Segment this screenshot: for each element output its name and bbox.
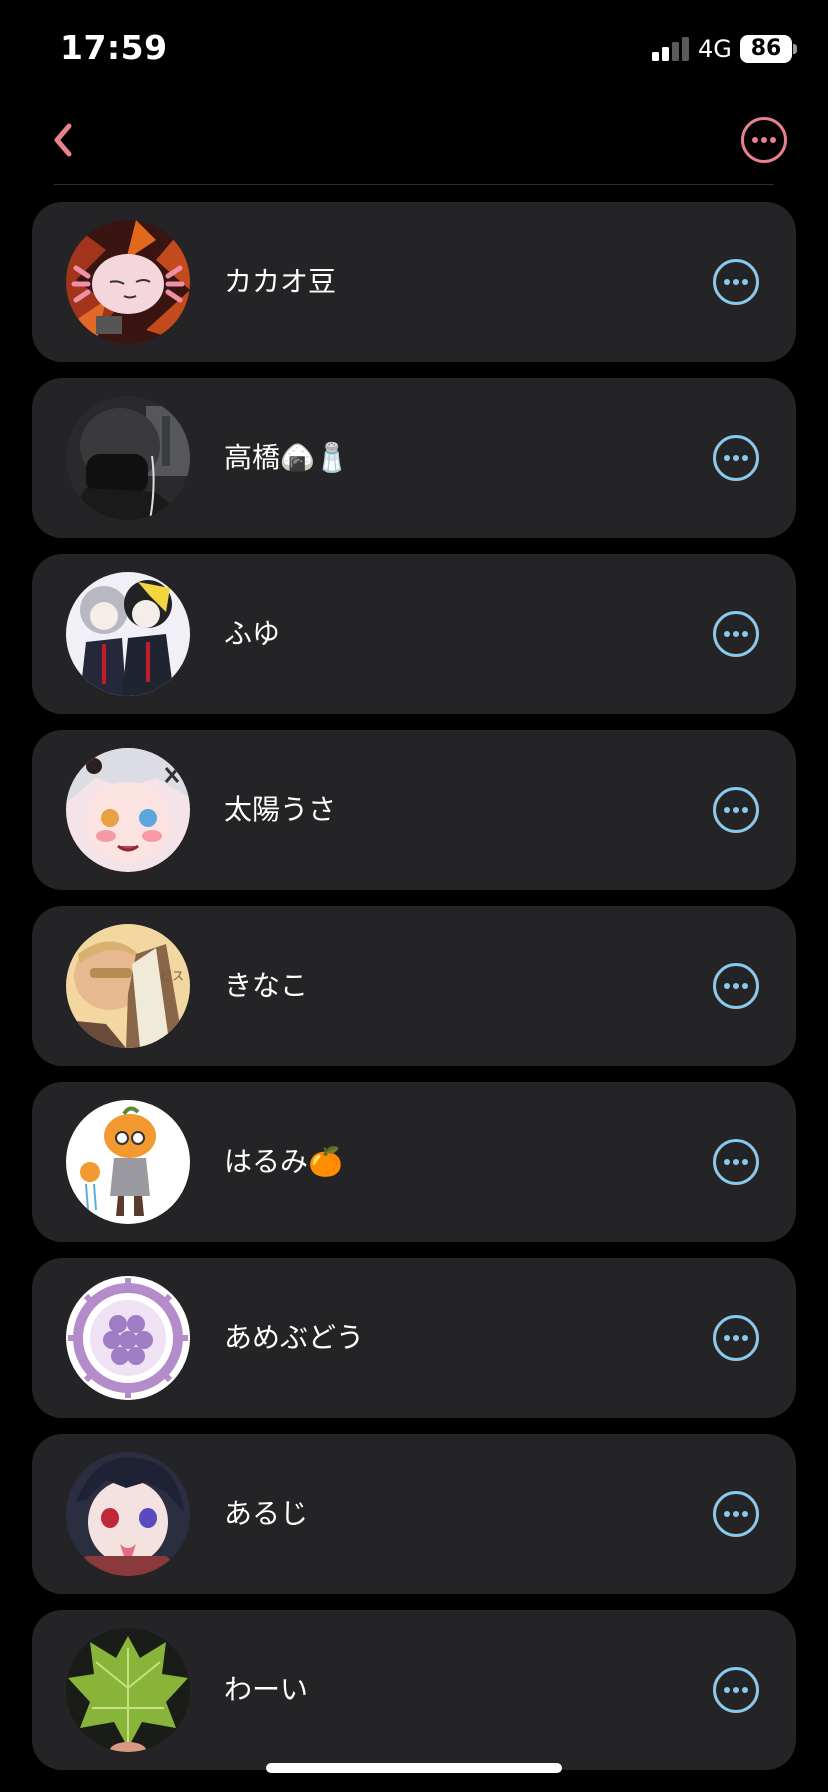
avatar <box>66 748 190 872</box>
avatar <box>66 1100 190 1224</box>
row-more-button[interactable] <box>712 1314 760 1362</box>
home-indicator[interactable] <box>266 1763 562 1773</box>
user-name: ふゆ <box>224 617 281 650</box>
ellipsis-circle-icon <box>713 1315 759 1361</box>
row-more-button[interactable] <box>712 1138 760 1186</box>
ellipsis-circle-icon <box>741 117 787 163</box>
user-list: カカオ豆 高橋🍙🧂 ふゆ 太陽うさ ビス きなこ はるみ🍊 あめぶどう あるじ … <box>32 202 796 1786</box>
avatar <box>66 220 190 344</box>
user-row[interactable]: 高橋🍙🧂 <box>32 378 796 538</box>
chevron-left-icon <box>54 123 72 157</box>
user-row[interactable]: あるじ <box>32 1434 796 1594</box>
row-more-button[interactable] <box>712 962 760 1010</box>
user-name: 高橋🍙🧂 <box>224 441 350 474</box>
row-more-button[interactable] <box>712 434 760 482</box>
user-row[interactable]: カカオ豆 <box>32 202 796 362</box>
avatar: ビス <box>66 924 190 1048</box>
nav-divider <box>54 184 774 185</box>
user-name: わーい <box>224 1673 309 1706</box>
signal-strength-icon <box>652 37 690 61</box>
ellipsis-circle-icon <box>713 611 759 657</box>
more-options-button[interactable] <box>740 116 788 164</box>
ellipsis-circle-icon <box>713 787 759 833</box>
network-type: 4G <box>698 35 732 63</box>
row-more-button[interactable] <box>712 610 760 658</box>
row-more-button[interactable] <box>712 1666 760 1714</box>
ellipsis-circle-icon <box>713 1667 759 1713</box>
user-name: あめぶどう <box>224 1321 365 1354</box>
avatar <box>66 1628 190 1752</box>
ellipsis-circle-icon <box>713 1491 759 1537</box>
avatar <box>66 1452 190 1576</box>
ellipsis-circle-icon <box>713 259 759 305</box>
battery-cap <box>793 44 797 54</box>
back-button[interactable] <box>44 116 84 164</box>
user-name: あるじ <box>224 1497 309 1530</box>
avatar <box>66 396 190 520</box>
user-name: はるみ🍊 <box>224 1145 343 1178</box>
row-more-button[interactable] <box>712 786 760 834</box>
user-row[interactable]: はるみ🍊 <box>32 1082 796 1242</box>
user-row[interactable]: わーい <box>32 1610 796 1770</box>
user-row[interactable]: ふゆ <box>32 554 796 714</box>
ellipsis-circle-icon <box>713 1139 759 1185</box>
user-row[interactable]: ビス きなこ <box>32 906 796 1066</box>
status-time: 17:59 <box>60 28 168 67</box>
status-bar: 17:59 4G 86 <box>0 0 828 100</box>
avatar <box>66 572 190 696</box>
svg-text:ビス: ビス <box>160 969 184 983</box>
battery-level: 86 <box>740 35 792 63</box>
ellipsis-circle-icon <box>713 963 759 1009</box>
user-name: きなこ <box>224 969 309 1002</box>
row-more-button[interactable] <box>712 1490 760 1538</box>
ellipsis-circle-icon <box>713 435 759 481</box>
avatar <box>66 1276 190 1400</box>
row-more-button[interactable] <box>712 258 760 306</box>
user-name: 太陽うさ <box>224 793 337 826</box>
navigation-bar <box>0 100 828 184</box>
user-row[interactable]: 太陽うさ <box>32 730 796 890</box>
user-name: カカオ豆 <box>224 265 337 298</box>
user-row[interactable]: あめぶどう <box>32 1258 796 1418</box>
